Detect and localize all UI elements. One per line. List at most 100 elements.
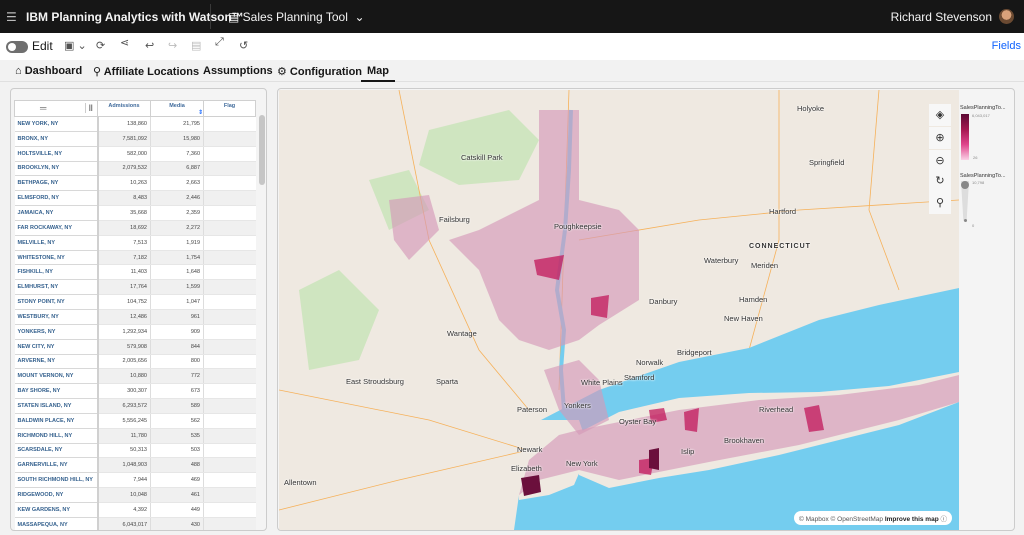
cell-media[interactable]: 15,980 — [150, 131, 204, 147]
refresh-icon[interactable]: ⟳ — [96, 39, 105, 52]
cell-flag[interactable] — [203, 487, 256, 503]
cell-flag[interactable] — [203, 517, 256, 530]
cell-admissions[interactable]: 11,403 — [97, 264, 151, 281]
cell-flag[interactable] — [203, 398, 256, 414]
tab-assumptions[interactable]: Assumptions — [203, 65, 273, 77]
cell-admissions[interactable]: 582,000 — [97, 146, 151, 162]
cell-flag[interactable] — [203, 472, 256, 489]
row-city[interactable]: JAMAICA, NY — [14, 205, 99, 221]
row-city[interactable]: FAR ROCKAWAY, NY — [14, 220, 99, 236]
row-city[interactable]: WESTBURY, NY — [14, 309, 99, 325]
cell-media[interactable]: 2,446 — [150, 190, 204, 207]
cell-media[interactable]: 1,754 — [150, 250, 204, 266]
cell-admissions[interactable]: 7,944 — [97, 472, 151, 489]
row-city[interactable]: GARNERVILLE, NY — [14, 457, 99, 474]
column-resize-handle[interactable]: ‖ — [84, 103, 97, 113]
fullscreen-icon[interactable]: ⤢ — [215, 36, 224, 49]
cell-flag[interactable] — [203, 279, 256, 296]
cell-media[interactable]: 503 — [150, 443, 204, 459]
cell-media[interactable]: 449 — [150, 502, 204, 518]
scrollbar[interactable] — [259, 115, 265, 185]
cell-flag[interactable] — [203, 264, 256, 281]
cell-admissions[interactable]: 50,313 — [97, 443, 151, 459]
cell-flag[interactable] — [203, 250, 256, 266]
cell-admissions[interactable]: 35,668 — [97, 205, 151, 221]
cell-flag[interactable] — [203, 146, 256, 162]
zoom-in-icon[interactable]: ⊕ — [929, 127, 951, 149]
row-city[interactable]: RIDGEWOOD, NY — [14, 487, 99, 503]
hamburger-icon[interactable]: ☰ — [6, 10, 17, 24]
row-city[interactable]: NEW YORK, NY — [14, 116, 99, 132]
cell-media[interactable]: 562 — [150, 413, 204, 429]
cell-media[interactable]: 21,795 — [150, 116, 204, 132]
cell-media[interactable]: 2,272 — [150, 220, 204, 236]
zoom-out-icon[interactable]: ⊖ — [929, 150, 951, 172]
search-icon[interactable]: ⚲ — [929, 192, 951, 214]
cell-media[interactable]: 800 — [150, 354, 204, 370]
cell-admissions[interactable]: 6,293,572 — [97, 398, 151, 414]
undo-icon[interactable]: ↩ — [145, 39, 154, 52]
cell-media[interactable]: 772 — [150, 368, 204, 385]
row-city[interactable]: FISHKILL, NY — [14, 264, 99, 281]
cell-flag[interactable] — [203, 354, 256, 370]
osm-link[interactable]: © OpenStreetMap — [831, 516, 883, 523]
cell-flag[interactable] — [203, 116, 256, 132]
cell-flag[interactable] — [203, 413, 256, 429]
cell-flag[interactable] — [203, 502, 256, 518]
cell-flag[interactable] — [203, 368, 256, 385]
cell-admissions[interactable]: 7,513 — [97, 235, 151, 251]
row-city[interactable]: SCARSDALE, NY — [14, 443, 99, 459]
reset-icon[interactable]: ↺ — [239, 39, 248, 52]
cell-admissions[interactable]: 12,486 — [97, 309, 151, 325]
info-icon[interactable]: ⓘ — [940, 516, 947, 523]
cell-flag[interactable] — [203, 457, 256, 474]
row-city[interactable]: ARVERNE, NY — [14, 354, 99, 370]
cell-media[interactable]: 961 — [150, 309, 204, 325]
cell-flag[interactable] — [203, 443, 256, 459]
cell-admissions[interactable]: 7,182 — [97, 250, 151, 266]
improve-map-link[interactable]: Improve this map — [885, 516, 939, 523]
cell-media[interactable]: 7,360 — [150, 146, 204, 162]
cell-media[interactable]: 2,663 — [150, 175, 204, 192]
column-header-flag[interactable]: Flag — [203, 100, 256, 117]
cell-admissions[interactable]: 138,860 — [97, 116, 151, 132]
cell-admissions[interactable]: 2,005,656 — [97, 354, 151, 370]
cell-media[interactable]: 430 — [150, 517, 204, 530]
row-city[interactable]: BALDWIN PLACE, NY — [14, 413, 99, 429]
cell-flag[interactable] — [203, 383, 256, 400]
cell-media[interactable]: 589 — [150, 398, 204, 414]
cell-admissions[interactable]: 300,307 — [97, 383, 151, 400]
cell-flag[interactable] — [203, 175, 256, 192]
cell-admissions[interactable]: 11,780 — [97, 428, 151, 444]
cell-media[interactable]: 535 — [150, 428, 204, 444]
tab-affiliate-locations[interactable]: ⚲ Affiliate Locations — [93, 65, 199, 78]
cell-admissions[interactable]: 104,752 — [97, 294, 151, 310]
row-city[interactable]: STONY POINT, NY — [14, 294, 99, 310]
cell-media[interactable]: 1,599 — [150, 279, 204, 296]
row-city[interactable]: ELMSFORD, NY — [14, 190, 99, 207]
cell-flag[interactable] — [203, 205, 256, 221]
cell-media[interactable]: 909 — [150, 324, 204, 340]
row-city[interactable]: STATEN ISLAND, NY — [14, 398, 99, 414]
row-header-control[interactable]: ═ ‖ — [14, 100, 98, 117]
row-city[interactable]: BROOKLYN, NY — [14, 161, 99, 177]
map-canvas[interactable]: Holyoke Springfield Catskill Park Failsburg… — [279, 90, 959, 530]
tab-configuration[interactable]: ⚙ Configuration — [277, 65, 362, 78]
snapshot-icon[interactable]: ▤ — [191, 39, 201, 52]
layers-icon[interactable]: ◈ — [929, 104, 951, 126]
cell-admissions[interactable]: 10,048 — [97, 487, 151, 503]
save-icon[interactable]: ▣ ⌄ — [64, 39, 87, 52]
user-name[interactable]: Richard Stevenson — [891, 10, 992, 24]
cell-flag[interactable] — [203, 428, 256, 444]
row-city[interactable]: BRONX, NY — [14, 131, 99, 147]
cell-media[interactable]: 2,359 — [150, 205, 204, 221]
cell-admissions[interactable]: 7,581,092 — [97, 131, 151, 147]
cell-admissions[interactable]: 1,292,934 — [97, 324, 151, 340]
cell-admissions[interactable]: 8,483 — [97, 190, 151, 207]
row-city[interactable]: KEW GARDENS, NY — [14, 502, 99, 518]
cell-flag[interactable] — [203, 339, 256, 355]
cell-flag[interactable] — [203, 294, 256, 310]
cell-flag[interactable] — [203, 235, 256, 251]
cell-admissions[interactable]: 17,764 — [97, 279, 151, 296]
cell-flag[interactable] — [203, 309, 256, 325]
